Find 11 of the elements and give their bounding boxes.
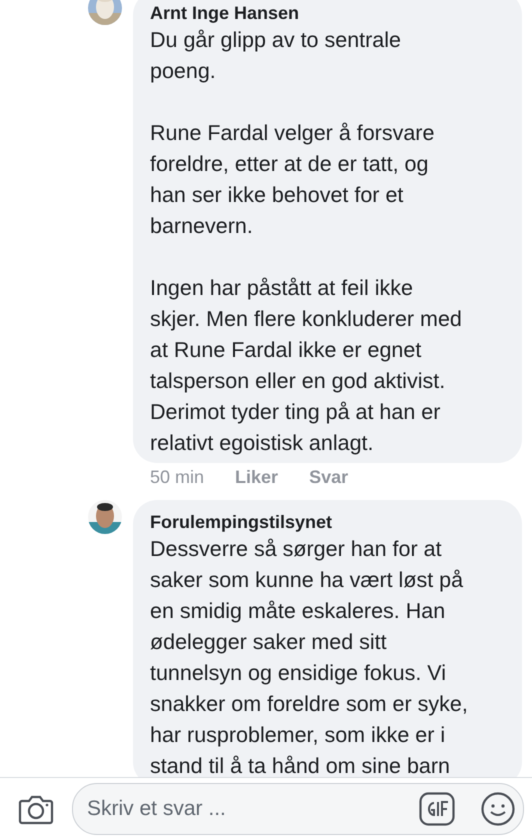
reply-field[interactable]: Skriv et svar ... <box>72 783 524 835</box>
gif-icon[interactable] <box>419 792 455 826</box>
comment-text: Ingen har påstått at feil ikke skjer. Men flere konkluderer med at Rune Fardal ikke er egnet talsperson eller en god aktivist. Derimot tyder ting på at han er relativt egoistisk anlagt. <box>150 275 462 457</box>
timestamp: 50 min <box>150 467 204 488</box>
emoji-icon[interactable] <box>481 792 515 826</box>
comment-text: Du går glipp av to sentrale poeng. <box>150 27 401 85</box>
author-name[interactable]: Arnt Inge Hansen <box>150 1 300 25</box>
comment-text: Rune Fardal velger å forsvare foreldre, etter at de er tatt, og han ser ikke behovet for et barnevern. <box>150 120 434 240</box>
author-name[interactable]: Forulempingstilsynet <box>150 510 332 534</box>
camera-icon[interactable] <box>18 793 54 825</box>
comment-text: Dessverre så sørger han for at saker som kunne ha vært løst på en smidig måte eskaleres. Han ødelegger saker med sitt tunnelsyn og ensidige fokus. Vi snakker om foreldre som er syke, har rusproblemer, som ikke er i stand til å ta hånd om sine barn <box>150 536 468 777</box>
